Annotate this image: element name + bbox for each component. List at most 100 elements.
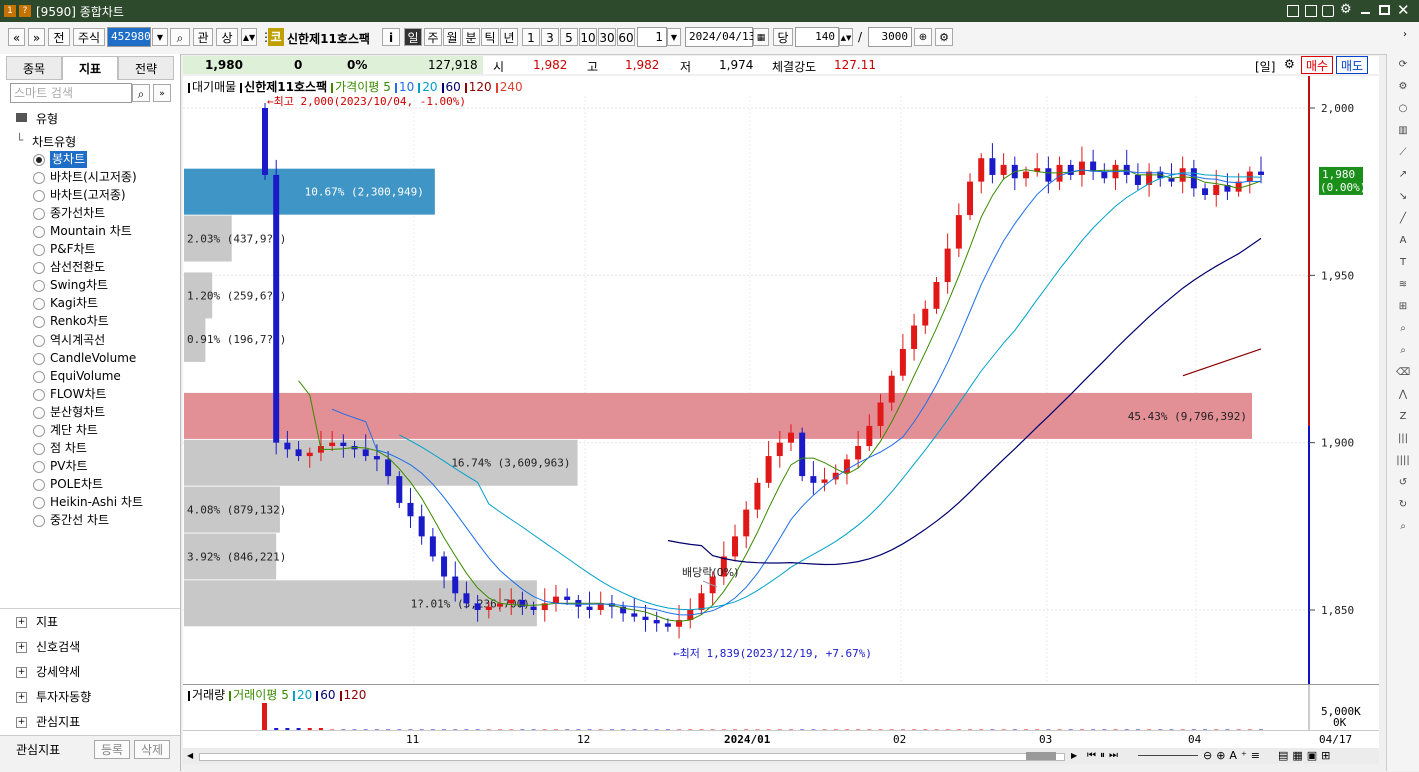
info-button[interactable]: i [382,28,400,46]
gear-icon[interactable]: ⚙ [1340,2,1352,17]
smart-search-input[interactable]: 스마트 검색 [10,83,132,103]
volume-legend-item[interactable]: 거래량 [192,688,225,702]
legend-item[interactable]: 10 [399,80,414,94]
expand-plus-icon[interactable]: + [16,642,27,653]
category-item[interactable]: + 투자자동향 [16,688,91,705]
chart-type-item[interactable]: Heikin-Ashi 차트 [50,494,143,511]
code-input[interactable]: 452980 [107,27,151,47]
grid-icon[interactable]: ||| [1396,432,1410,446]
category-item[interactable]: + 강세약세 [16,663,80,680]
chart-type-item[interactable]: Renko차트 [50,313,109,330]
zoom-slider[interactable] [1138,755,1198,756]
chart-type-item[interactable]: 역시계곡선 [50,332,105,349]
legend-item[interactable]: 240 [500,80,523,94]
max-count-input[interactable]: 3000 [868,27,912,47]
zigzag-icon[interactable]: Z [1396,410,1410,424]
chart-type-item[interactable]: 바차트(시고저종) [50,169,137,186]
pattern-icon[interactable]: ⋀ [1396,388,1410,402]
period-day-button[interactable]: 일 [404,28,422,46]
period-tick-button[interactable]: 틱 [481,28,499,46]
chart-type-item[interactable]: 삼선전환도 [50,259,105,276]
erase-icon[interactable]: ⌫ [1396,366,1410,380]
chart-type-radio[interactable] [33,154,45,166]
legend-item[interactable]: 120 [469,80,492,94]
tree-group[interactable]: 차트유형 [32,133,76,150]
playback-controls-icon[interactable]: ⏮⏸⏭ [1087,750,1122,761]
interval-5-button[interactable]: 5 [560,28,578,46]
market-type-button[interactable]: 주식 [73,28,105,46]
help-icon[interactable]: ? [19,5,31,17]
settings-icon[interactable]: ⚙ [1284,57,1295,71]
chart-type-item[interactable]: Swing차트 [50,277,108,294]
zoom-out-icon[interactable]: ⌕ [1396,344,1410,358]
chart-type-radio[interactable] [33,334,45,347]
period-month-button[interactable]: 월 [443,28,461,46]
chart-type-radio[interactable] [33,478,45,491]
chart-type-radio[interactable] [33,460,45,473]
tree-root[interactable]: 유형 [36,110,58,127]
gwan-button[interactable]: 관 [193,28,213,46]
chart-type-item[interactable]: 바차트(고저종) [50,187,126,204]
zoom-icon[interactable]: ⊕ [914,28,932,46]
app-icon[interactable]: 1 [4,5,16,17]
interval-3-button[interactable]: 3 [541,28,559,46]
camera-icon[interactable] [1322,5,1334,17]
expand-plus-icon[interactable]: + [16,692,27,703]
bar-chart-icon[interactable]: ▥ [1396,124,1410,138]
spin-icon[interactable]: ▲▼ [241,28,257,46]
chart-type-radio[interactable] [33,352,45,365]
scroll-left-icon[interactable]: ◀ [187,751,193,760]
chart-type-radio[interactable] [33,496,45,509]
dang-button[interactable]: 당 [773,28,793,46]
legend-item[interactable]: 대기매물 [192,80,236,94]
price-chart[interactable]: 10.67% (2,300,949) 2.03% (437,9?5) 1.20% (… [183,76,1379,684]
arrow-line-icon[interactable]: ↘ [1396,190,1410,204]
volume-legend-item[interactable]: 5 [281,688,289,702]
legend-item[interactable]: 60 [446,80,461,94]
expand-icon[interactable]: » [153,84,171,102]
maximize-icon[interactable] [1379,5,1390,15]
tab-strategy[interactable]: 전략 [118,56,174,80]
collapse-icon[interactable]: › [1403,29,1407,40]
measure-icon[interactable]: ⊞ [1396,300,1410,314]
buy-button[interactable]: 매수 [1301,56,1333,74]
period-week-button[interactable]: 주 [424,28,442,46]
interval-1-button[interactable]: 1 [522,28,540,46]
interval-input[interactable]: 1 [637,27,667,47]
scroll-track[interactable] [199,753,1065,761]
scroll-thumb[interactable] [1026,752,1056,760]
chart-type-item[interactable]: 계단 차트 [50,422,98,439]
delete-button[interactable]: 삭제 [134,740,170,759]
chart-type-item[interactable]: 분산형차트 [50,404,105,421]
chart-type-item[interactable]: 중간선 차트 [50,512,109,529]
chart-type-item[interactable]: POLE차트 [50,476,103,493]
chart-type-radio[interactable] [33,370,45,383]
next-stock-button[interactable]: » [28,28,45,46]
volume-pane[interactable]: 거래량 거래이평 5 20 60 120 5,000K 0K [183,684,1379,731]
volume-legend-item[interactable]: 20 [297,688,312,702]
calendar-icon[interactable]: ▦ [753,28,769,46]
tab-indicators[interactable]: 지표 [62,56,118,80]
period-year-button[interactable]: 년 [500,28,518,46]
chart-type-item[interactable]: PV차트 [50,458,88,475]
settings-icon[interactable]: ⚙ [1396,80,1410,94]
columns-icon[interactable]: |||| [1396,454,1410,468]
interval-30-button[interactable]: 30 [598,28,616,46]
chart-type-radio[interactable] [33,244,45,257]
chart-type-radio[interactable] [33,424,45,437]
chart-type-item[interactable]: 점 차트 [50,440,87,457]
chart-type-radio[interactable] [33,515,45,527]
chart-type-item[interactable]: P&F차트 [50,241,96,258]
period-minute-button[interactable]: 분 [462,28,480,46]
circle-icon[interactable]: ○ [1396,102,1410,116]
category-item[interactable]: + 관심지표 [16,713,80,730]
count-spin-icon[interactable]: ▲▼ [839,28,853,46]
chart-type-radio[interactable] [33,172,45,185]
category-item[interactable]: + 신호검색 [16,638,80,655]
chart-type-radio[interactable] [33,298,45,311]
chart-type-item[interactable]: Mountain 차트 [50,223,132,240]
chart-type-item[interactable]: FLOW차트 [50,386,107,403]
zoom-controls-icon[interactable]: ⊖⊕A⁺≡ [1203,749,1264,762]
trendline-icon[interactable]: ⟋ [1396,146,1410,160]
layout-controls-icon[interactable]: ▤▦▣⊞ [1278,749,1334,762]
